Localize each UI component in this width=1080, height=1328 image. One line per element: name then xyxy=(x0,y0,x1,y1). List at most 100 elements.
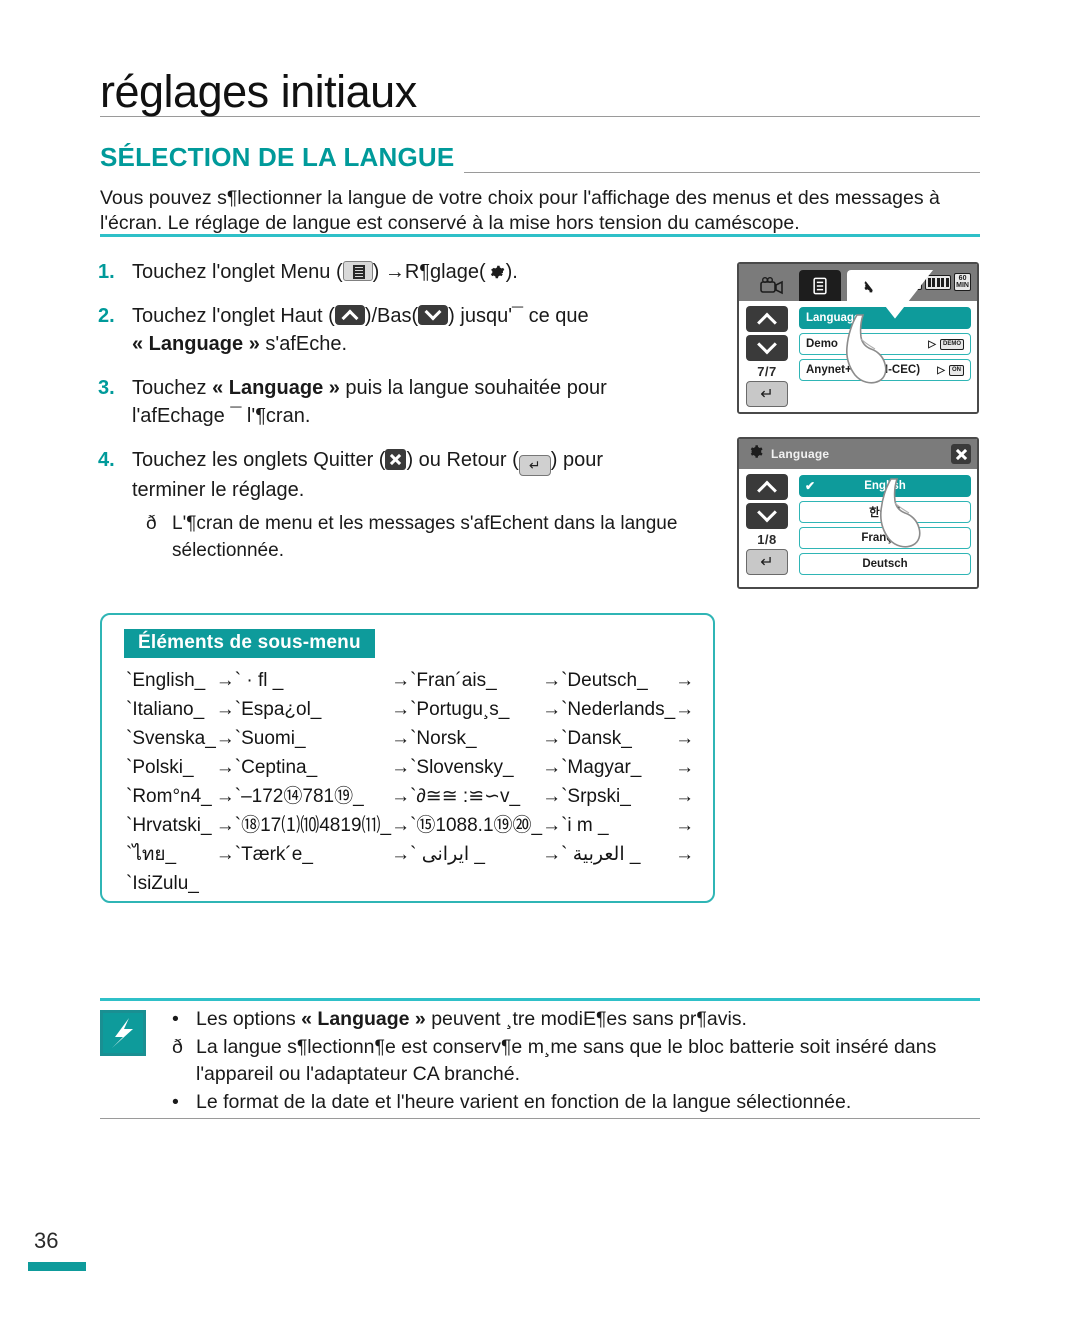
submenu-language-cell xyxy=(235,869,391,898)
step-4-subnote-text: L'¶cran de menu et les messages s'afEche… xyxy=(172,513,678,561)
settings-rows: Language Demo ▷ DEMO Anynet+ (HDMI-CEC) … xyxy=(797,301,977,412)
language-row-korean-label: 한국어 xyxy=(869,507,901,519)
submenu-language-cell: `Slovensky_ xyxy=(410,757,514,778)
step-2-mid: )/Bas( xyxy=(364,305,419,327)
settings-pager: 7/7 xyxy=(757,364,777,379)
submenu-language-cell: `Espa¿ol_ xyxy=(234,699,322,720)
note-1-pre: Les options xyxy=(196,1008,302,1030)
language-nav-column: 1/8 ↵ xyxy=(739,469,797,587)
submenu-arrow-icon: → xyxy=(542,699,562,720)
note-2-bullet: ð xyxy=(172,1036,183,1058)
notes-list: • Les options « Language » peuvent ¸tre … xyxy=(172,1006,980,1117)
language-screen-body: 1/8 ↵ ✔ English 한국어 Français Deutsch xyxy=(739,469,977,587)
intro-paragraph: Vous pouvez s¶lectionner la langue de vo… xyxy=(100,187,940,234)
step-4-number: 4. xyxy=(98,449,115,471)
gear-icon xyxy=(486,262,506,282)
submenu-arrow-icon: → xyxy=(675,815,695,836)
step-1: 1. Touchez l'onglet Menu () →R¶glage( ). xyxy=(98,258,728,286)
notes-divider-top xyxy=(100,998,980,1001)
submenu-language-cell: `–172⑭781⑲_ xyxy=(234,786,364,807)
page-title: réglages initiaux xyxy=(100,68,429,115)
submenu-arrow-icon: → xyxy=(542,815,562,836)
submenu-arrow-icon: → xyxy=(215,844,235,865)
intro-divider xyxy=(100,234,980,237)
submenu-arrow-icon: → xyxy=(391,699,411,720)
submenu-arrow-icon xyxy=(542,869,561,898)
submenu-arrow-icon: → xyxy=(542,728,562,749)
submenu-language-cell: `Ceptina_ xyxy=(234,757,318,778)
language-row-english-label: English xyxy=(864,480,906,492)
section-header: SÉLECTION DE LA LANGUE xyxy=(100,142,980,173)
step-3-pre: Touchez xyxy=(132,377,213,399)
language-back-button[interactable]: ↵ xyxy=(746,549,788,575)
note-1-bold: « Language » xyxy=(301,1008,426,1030)
note-1-post: peuvent ¸tre modiE¶es sans pr¶avis. xyxy=(425,1008,747,1030)
step-2-post: ) jusqu'¯ ce que xyxy=(448,305,589,327)
menu-row-anynet-tail: ▷ ON xyxy=(937,364,964,376)
menu-row-anynet[interactable]: Anynet+ (HDMI-CEC) ▷ ON xyxy=(799,359,971,381)
settings-back-button[interactable]: ↵ xyxy=(746,381,788,407)
submenu-language-cell: `IsiZulu_ xyxy=(126,873,199,894)
submenu-language-cell: `i m _ xyxy=(561,815,609,836)
submenu-arrow-icon: → xyxy=(391,844,411,865)
submenu-language-cell: `Tærk´e_ xyxy=(234,844,313,865)
scroll-up-button[interactable] xyxy=(746,306,788,332)
submenu-language-cell xyxy=(561,869,675,898)
language-row-german[interactable]: Deutsch xyxy=(799,553,971,575)
menu-row-demo[interactable]: Demo ▷ DEMO xyxy=(799,333,971,355)
submenu-language-cell: `Portugu¸s_ xyxy=(410,699,510,720)
submenu-language-cell: `Suomi_ xyxy=(234,728,306,749)
menu-row-language[interactable]: Language xyxy=(799,307,971,329)
submenu-language-cell: `Norsk_ xyxy=(410,728,477,749)
submenu-arrow-icon xyxy=(675,869,694,898)
menu-list-tab[interactable] xyxy=(799,270,841,301)
settings-gear-tab[interactable] xyxy=(847,270,889,301)
step-4-line2: terminer le réglage. xyxy=(132,479,305,501)
note-2: ð La langue s¶lectionn¶e est conserv¶e m… xyxy=(172,1034,980,1088)
status-indicators: 60 MIN xyxy=(900,273,971,291)
close-icon[interactable] xyxy=(951,444,971,464)
language-row-english[interactable]: ✔ English xyxy=(799,475,971,497)
submenu-arrow-icon: → xyxy=(391,728,411,749)
scroll-up-button[interactable] xyxy=(746,474,788,500)
submenu-arrow-icon: → xyxy=(215,728,235,749)
page-number: 36 xyxy=(34,1228,59,1253)
submenu-row: `Polski_ → `Ceptina_ → `Slovensky_ → `Magyar_ → xyxy=(126,753,694,782)
settings-screen-body: 7/7 ↵ Language Demo ▷ DEMO Anynet+ (HDMI… xyxy=(739,270,977,412)
camcorder-tab[interactable] xyxy=(751,270,793,301)
submenu-row: `IsiZulu_ xyxy=(126,869,694,898)
notes-divider-bottom xyxy=(100,1118,980,1119)
language-row-korean[interactable]: 한국어 xyxy=(799,501,971,523)
up-arrow-icon xyxy=(334,305,365,325)
step-4-subnote-bullet: ð xyxy=(146,513,157,534)
step-3-text: Touchez « Language » puis la langue souh… xyxy=(132,374,728,430)
submenu-arrow-icon: → xyxy=(215,786,235,807)
submenu-language-cell: `Srpski_ xyxy=(561,786,631,807)
submenu-language-cell: `Fran´ais_ xyxy=(410,670,497,691)
language-row-french[interactable]: Français xyxy=(799,527,971,549)
submenu-language-cell: `∂≅≅ :≌∽v_ xyxy=(410,786,521,807)
submenu-row: `English_ → ` · fl _ → `Fran´ais_ → `Deutsch_ → xyxy=(126,666,694,695)
submenu-language-cell: `Nederlands_ xyxy=(561,699,676,720)
submenu-arrow-icon: → xyxy=(391,815,411,836)
menu-icon xyxy=(342,261,373,281)
submenu-row: `ไทย_ → `Tærk´e_ → ` ايرانى _ → ` العربية _ → xyxy=(126,840,694,869)
note-3-bullet: • xyxy=(172,1091,179,1113)
submenu-arrow-icon: → xyxy=(215,815,235,836)
step-4-post: ) pour xyxy=(550,449,603,471)
submenu-language-cell: `Deutsch_ xyxy=(561,670,648,691)
step-3-number: 3. xyxy=(98,377,115,399)
scroll-down-button[interactable] xyxy=(746,335,788,361)
submenu-language-cell xyxy=(410,869,542,898)
scroll-down-button[interactable] xyxy=(746,503,788,529)
submenu-arrow-icon: → xyxy=(542,670,562,691)
page-header: réglages initiaux xyxy=(100,68,980,117)
note-2-text: La langue s¶lectionn¶e est conserv¶e m¸m… xyxy=(196,1036,937,1085)
note-1-bullet: • xyxy=(172,1008,179,1030)
note-3-text: Le format de la date et l'heure varient … xyxy=(196,1091,852,1113)
submenu-arrow-icon: → xyxy=(675,728,695,749)
step-1-pre: Touchez l'onglet Menu ( xyxy=(132,261,343,283)
menu-row-demo-tail: ▷ DEMO xyxy=(928,338,964,350)
step-1-post: ). xyxy=(505,261,518,283)
submenu-language-cell: `ไทย_ xyxy=(126,844,177,865)
